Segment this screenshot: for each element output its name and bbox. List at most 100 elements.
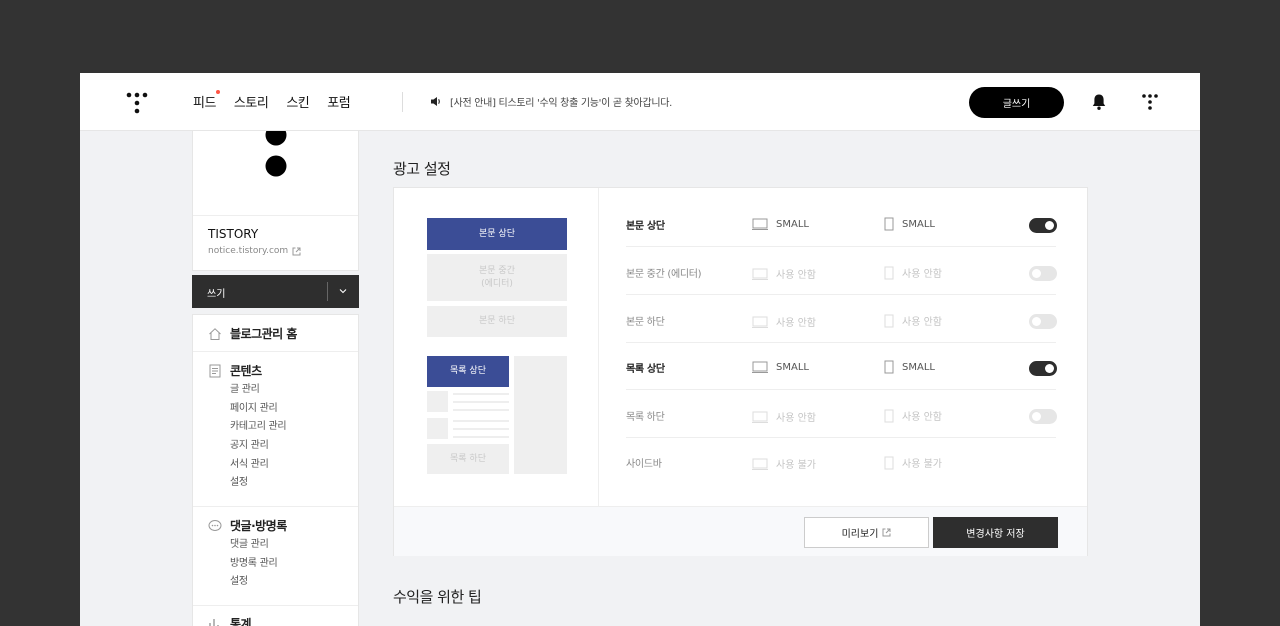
preview-body-bottom: 본문 하단 — [427, 306, 567, 337]
menu-group-title: 콘텐츠 — [230, 364, 262, 378]
profile-icon[interactable] — [1141, 93, 1159, 111]
slot-pc[interactable]: SMALL — [752, 218, 809, 230]
slot-toggle[interactable] — [1029, 409, 1057, 424]
slot-mobile[interactable]: SMALL — [884, 360, 935, 374]
slot-mobile[interactable]: SMALL — [884, 217, 935, 231]
menu-divider — [193, 351, 358, 352]
slot-toggle[interactable] — [1029, 361, 1057, 376]
mobile-icon — [884, 217, 894, 231]
preview-line — [453, 409, 509, 411]
preview-body-middle-line1: 본문 중간 — [479, 265, 515, 276]
slot-mobile[interactable]: 사용 안함 — [884, 408, 942, 423]
tistory-logo[interactable] — [126, 92, 148, 114]
slot-pc-size: 사용 안함 — [776, 270, 816, 281]
slot-pc[interactable]: 사용 안함 — [752, 266, 816, 281]
menu-group-head[interactable]: 콘텐츠 — [208, 362, 286, 379]
preview-line — [453, 401, 509, 403]
notice-banner[interactable]: [사전 안내] 티스토리 '수익 창출 기능'이 곧 찾아갑니다. — [430, 94, 672, 109]
slot-pc[interactable]: 사용 안함 — [752, 409, 816, 424]
preview-thumb — [427, 418, 448, 439]
slot-pc-size: 사용 안함 — [776, 318, 816, 329]
preview-sidebar-block — [514, 356, 567, 474]
preview-line — [453, 428, 509, 430]
menu-item-categories[interactable]: 카테고리 관리 — [230, 418, 287, 437]
monitor-icon — [752, 218, 768, 230]
blog-name[interactable]: TISTORY — [208, 227, 258, 241]
nav-feed[interactable]: 피드 — [193, 90, 220, 111]
home-icon — [209, 327, 221, 340]
save-changes-button[interactable]: 변경사항 저장 — [933, 517, 1058, 548]
monitor-icon — [752, 458, 768, 470]
revenue-tips-title: 수익을 위한 팁 — [393, 588, 482, 606]
preview-list-top: 목록 상단 — [427, 356, 509, 387]
mobile-icon — [884, 456, 894, 469]
slot-mobile-size: SMALL — [902, 361, 935, 373]
preview-body-middle-line2: (에디터) — [481, 278, 513, 289]
menu-item-comment-settings[interactable]: 설정 — [230, 573, 287, 592]
toggle-knob — [1045, 221, 1054, 230]
nav-skin[interactable]: 스킨 — [286, 92, 309, 111]
nav-divider — [402, 92, 403, 112]
speaker-icon — [431, 97, 440, 106]
slot-toggle[interactable] — [1029, 314, 1057, 329]
sidebar: TISTORY notice.tistory.com 쓰기 블로그관리 홈 콘텐… — [192, 131, 360, 626]
menu-item-comments[interactable]: 댓글 관리 — [230, 536, 287, 555]
slot-pc-size: SMALL — [776, 218, 809, 230]
app-frame: 피드 스토리 스킨 포럼 [사전 안내] 티스토리 '수익 창출 기능'이 곧 … — [80, 73, 1200, 626]
slot-name: 본문 하단 — [626, 317, 665, 328]
monitor-icon — [752, 316, 768, 328]
slot-mobile-size: 사용 불가 — [902, 459, 942, 470]
side-write-separator — [327, 282, 328, 301]
slot-pc[interactable]: 사용 안함 — [752, 314, 816, 329]
ad-settings-card: 본문 상단 본문 중간 (에디터) 본문 하단 목록 상단 목록 하단 본문 상… — [393, 187, 1088, 556]
preview-line — [453, 436, 509, 438]
menu-item-pages[interactable]: 페이지 관리 — [230, 400, 286, 419]
notice-text: [사전 안내] 티스토리 '수익 창출 기능'이 곧 찾아갑니다. — [450, 98, 673, 109]
bell-icon[interactable] — [1091, 93, 1107, 111]
write-button[interactable]: 글쓰기 — [969, 87, 1064, 118]
blog-url: notice.tistory.com — [208, 246, 289, 256]
monitor-icon — [752, 411, 768, 423]
side-write-button[interactable]: 쓰기 — [192, 275, 359, 308]
menu-item-posts[interactable]: 글 관리 — [230, 381, 286, 400]
blog-url-link[interactable]: notice.tistory.com — [208, 246, 301, 256]
menu-item-guestbook[interactable]: 방명록 관리 — [230, 555, 287, 574]
slot-pc-size: SMALL — [776, 361, 809, 373]
slot-mobile: 사용 불가 — [884, 455, 942, 470]
ad-slot-row: 목록 상단 SMALL SMALL — [626, 343, 1057, 390]
mobile-icon — [884, 360, 894, 374]
menu-group-head[interactable]: 댓글·방명록 — [208, 517, 287, 534]
menu-item-templates[interactable]: 서식 관리 — [230, 456, 286, 475]
monitor-icon — [752, 268, 768, 280]
slot-pc[interactable]: SMALL — [752, 361, 809, 373]
slot-toggle[interactable] — [1029, 218, 1057, 233]
new-dot-icon — [215, 90, 220, 94]
menu-group-head[interactable]: 통계 — [208, 615, 252, 626]
menu-item-notices[interactable]: 공지 관리 — [230, 437, 286, 456]
ad-slot-row: 본문 하단 사용 안함 사용 안함 — [626, 296, 1057, 343]
top-bar: 피드 스토리 스킨 포럼 [사전 안내] 티스토리 '수익 창출 기능'이 곧 … — [80, 73, 1200, 131]
slot-name: 목록 상단 — [626, 364, 665, 375]
ad-settings-footer: 미리보기 변경사항 저장 — [394, 506, 1087, 556]
menu-home-label: 블로그관리 홈 — [230, 327, 297, 341]
menu-divider — [193, 506, 358, 507]
slot-mobile[interactable]: 사용 안함 — [884, 313, 942, 328]
admin-menu: 블로그관리 홈 콘텐츠 글 관리 페이지 관리 카테고리 관리 공지 관리 서식… — [192, 314, 359, 626]
nav-story[interactable]: 스토리 — [234, 92, 269, 111]
preview-body-middle: 본문 중간 (에디터) — [427, 254, 567, 301]
slot-toggle[interactable] — [1029, 266, 1057, 281]
menu-group-title: 통계 — [230, 617, 252, 626]
menu-blog-home[interactable]: 블로그관리 홈 — [208, 325, 297, 342]
chevron-down-icon[interactable] — [338, 284, 348, 298]
ad-slot-row: 본문 상단 SMALL SMALL — [626, 200, 1057, 247]
blog-card-divider — [193, 215, 358, 216]
menu-item-content-settings[interactable]: 설정 — [230, 474, 286, 493]
nav-forum[interactable]: 포럼 — [327, 92, 350, 111]
slot-mobile[interactable]: 사용 안함 — [884, 265, 942, 280]
toggle-knob — [1032, 269, 1041, 278]
preview-button[interactable]: 미리보기 — [804, 517, 929, 548]
toggle-knob — [1032, 412, 1041, 421]
slot-name: 본문 중간 (에디터) — [626, 269, 702, 280]
slot-name: 사이드바 — [626, 459, 662, 470]
chart-icon — [209, 618, 219, 626]
